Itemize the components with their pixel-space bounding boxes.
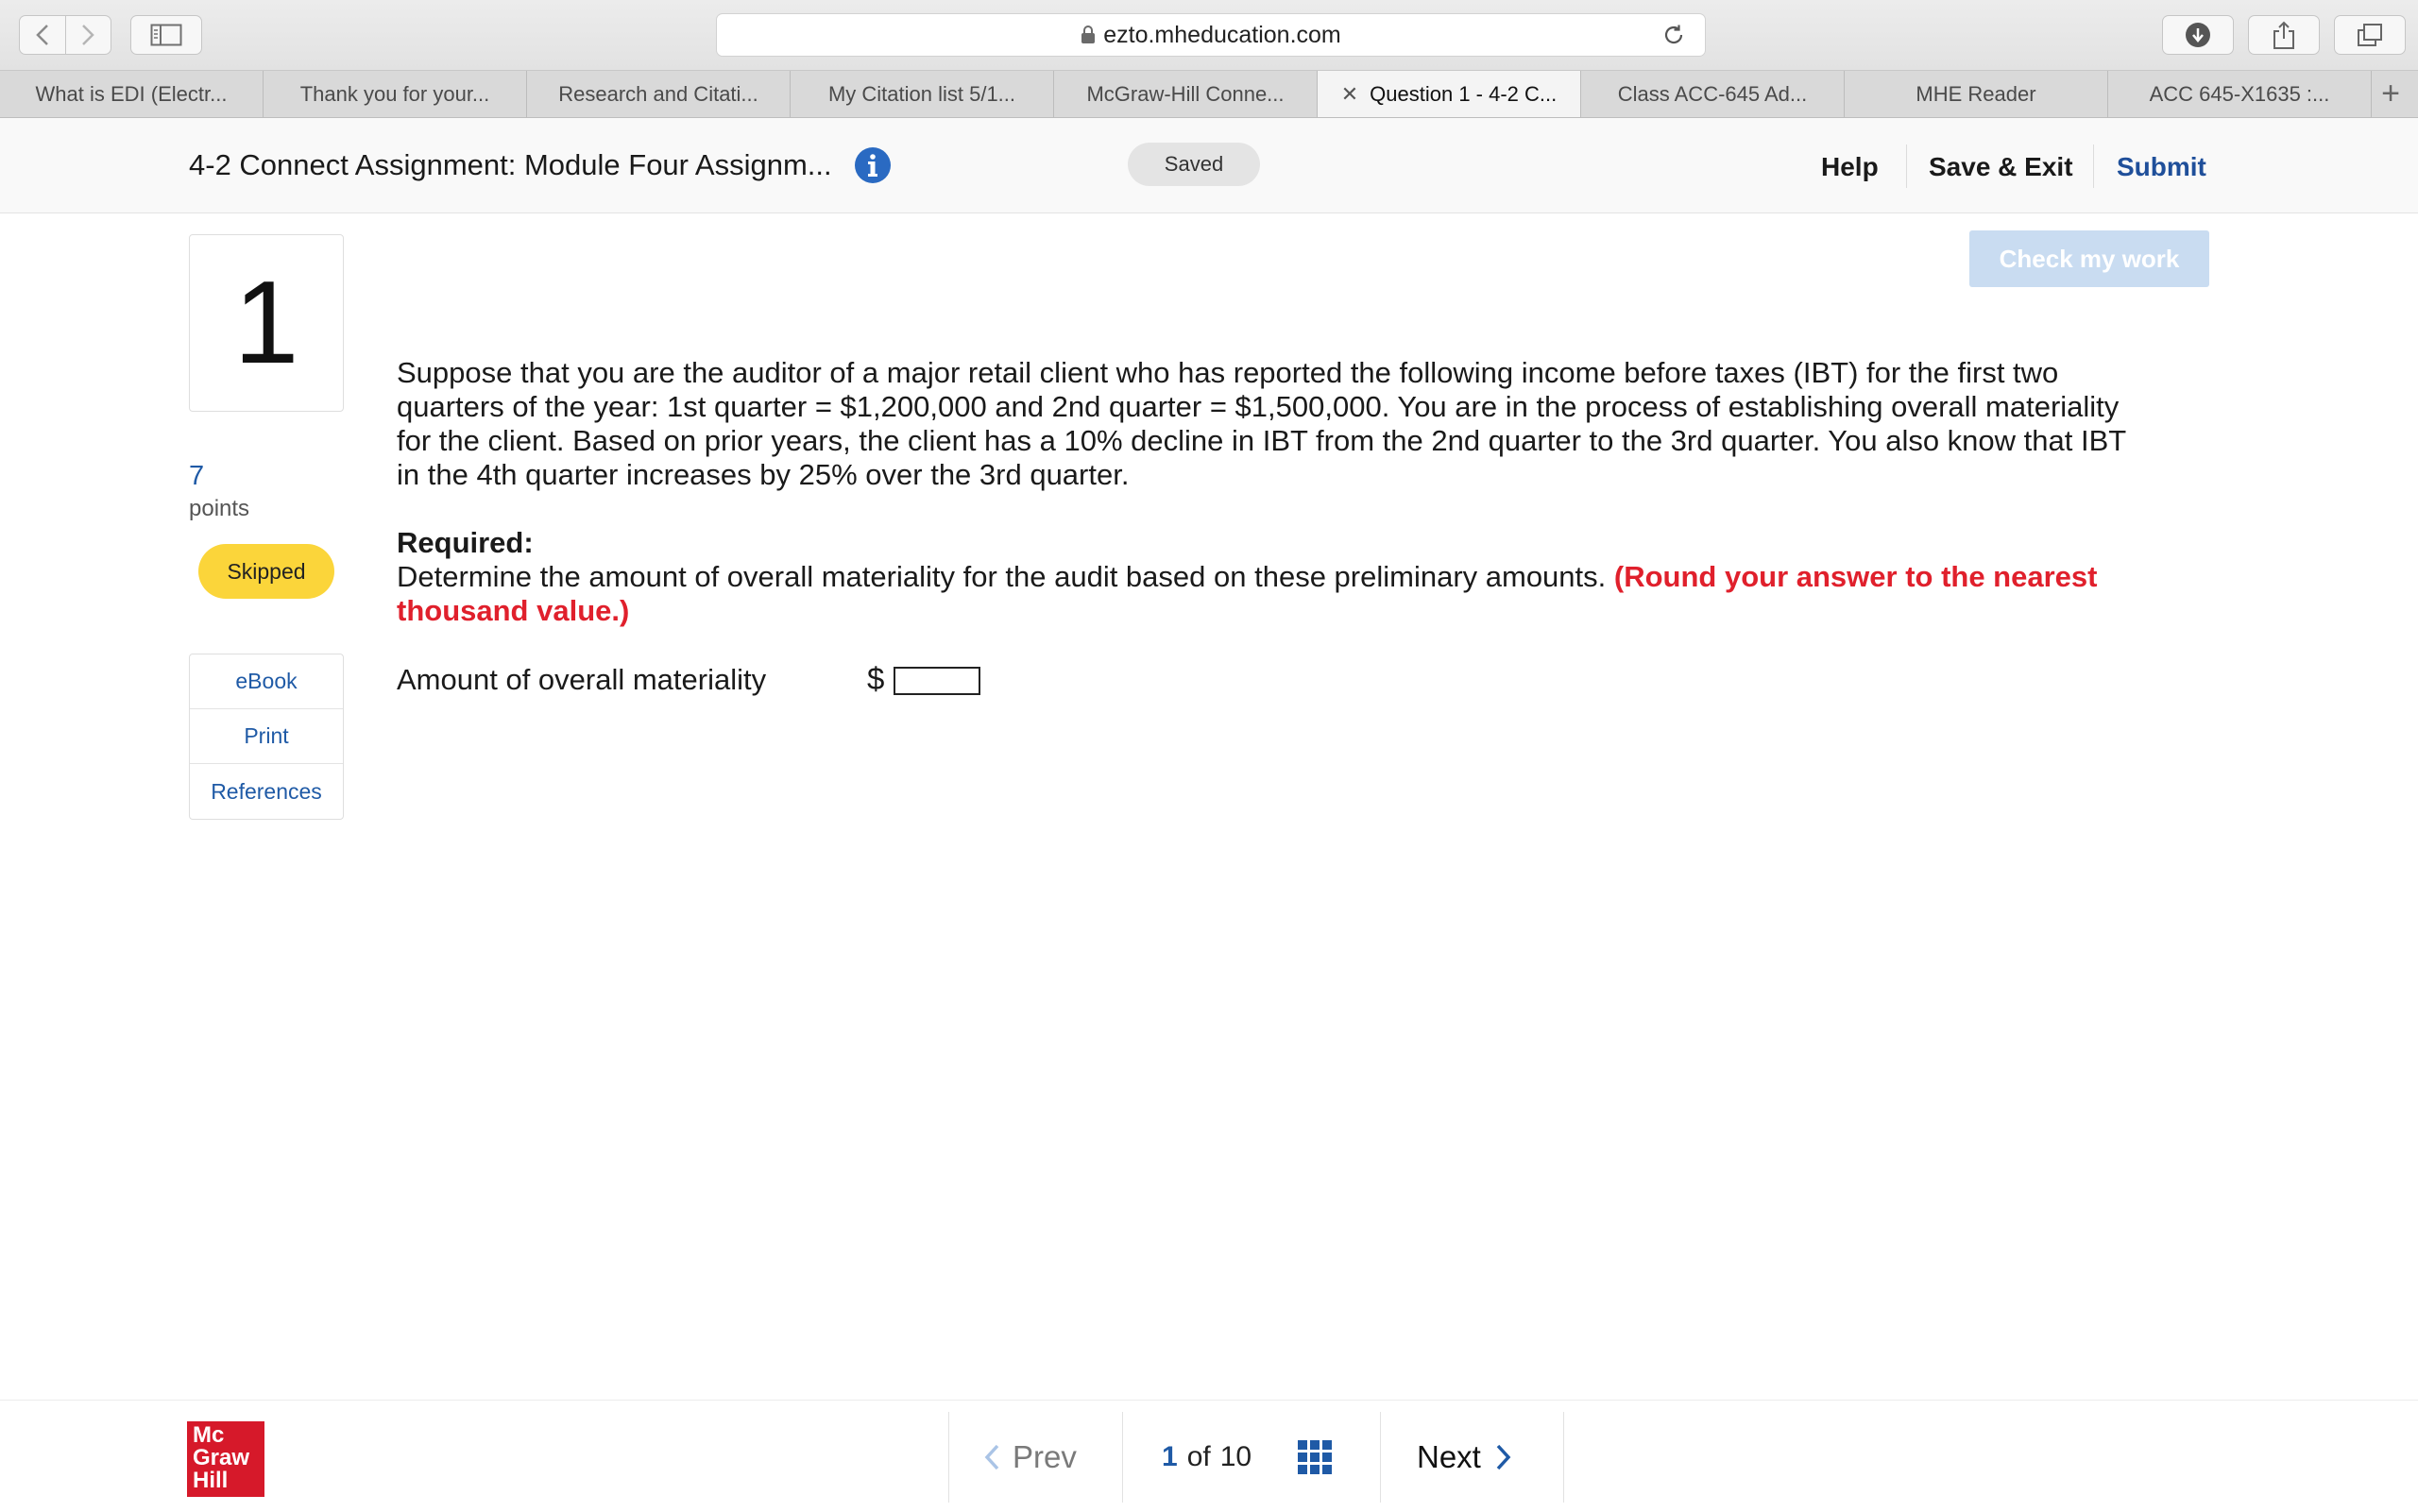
grid-icon	[1298, 1440, 1332, 1474]
download-icon	[2186, 23, 2210, 47]
browser-tab[interactable]: ACC 645-X1635 :...	[2108, 71, 2372, 117]
chevron-right-icon	[1496, 1444, 1511, 1470]
required-instructions: Determine the amount of overall material…	[397, 560, 2135, 628]
points-value: 7	[189, 461, 205, 491]
page-of: of	[1186, 1441, 1211, 1472]
save-status-badge: Saved	[1128, 143, 1260, 186]
tab-label: My Citation list 5/1...	[827, 81, 1016, 106]
chevron-right-icon	[82, 25, 95, 45]
tab-label: Research and Citati...	[558, 81, 758, 106]
total-pages: 10	[1219, 1441, 1252, 1472]
sidebar-icon	[150, 24, 182, 46]
chevron-left-icon	[35, 25, 48, 45]
header-divider	[1906, 144, 1907, 188]
browser-tab[interactable]: Class ACC-645 Ad...	[1581, 71, 1845, 117]
tab-label: Thank you for your...	[299, 81, 490, 106]
forward-button[interactable]	[66, 16, 111, 54]
save-exit-button[interactable]: Save & Exit	[1929, 152, 2073, 182]
browser-tab-active[interactable]: ✕ Question 1 - 4-2 C...	[1318, 71, 1581, 117]
check-my-work-button[interactable]: Check my work	[1969, 230, 2209, 287]
info-button[interactable]	[854, 146, 892, 189]
required-text: Determine the amount of overall material…	[397, 560, 1614, 593]
answer-label: Amount of overall materiality	[397, 663, 767, 696]
browser-tab[interactable]: MHE Reader	[1845, 71, 2108, 117]
required-label: Required:	[397, 526, 534, 559]
assignment-header: 4-2 Connect Assignment: Module Four Assi…	[0, 118, 2418, 213]
pager-divider	[948, 1412, 949, 1503]
logo-line: Graw	[193, 1445, 250, 1470]
page-indicator: 1 of 10	[1162, 1412, 1252, 1503]
browser-tab[interactable]: Thank you for your...	[264, 71, 527, 117]
tab-label: McGraw-Hill Conne...	[1086, 81, 1285, 106]
reload-button[interactable]	[1661, 23, 1686, 52]
pager-divider	[1563, 1412, 1564, 1503]
question-grid-button[interactable]	[1298, 1412, 1332, 1503]
reload-icon	[1664, 25, 1683, 44]
browser-tab[interactable]: Research and Citati...	[527, 71, 791, 117]
ebook-link[interactable]: eBook	[190, 654, 343, 709]
assignment-title: 4-2 Connect Assignment: Module Four Assi…	[189, 148, 832, 181]
question-number: 1	[189, 234, 344, 412]
info-icon	[855, 147, 891, 183]
logo-line: Mc	[193, 1422, 225, 1448]
nav-buttons	[19, 15, 111, 55]
pager-divider	[1122, 1412, 1123, 1503]
tabs-overview-icon	[2358, 24, 2382, 46]
points-label: points	[189, 496, 250, 521]
plus-icon: +	[2381, 76, 2400, 111]
tabs-overview-button[interactable]	[2334, 15, 2406, 55]
tab-label: ACC 645-X1635 :...	[2149, 81, 2330, 106]
browser-toolbar: ezto.mheducation.com	[0, 0, 2418, 71]
chevron-left-icon	[984, 1444, 999, 1470]
next-button[interactable]: Next	[1417, 1412, 1513, 1503]
submit-button[interactable]: Submit	[2117, 152, 2206, 182]
next-label: Next	[1417, 1439, 1481, 1474]
help-button[interactable]: Help	[1821, 152, 1879, 182]
tab-label: What is EDI (Electr...	[35, 81, 228, 106]
references-link[interactable]: References	[190, 764, 343, 819]
browser-tab[interactable]: What is EDI (Electr...	[0, 71, 264, 117]
url-text: ezto.mheducation.com	[1103, 21, 1341, 48]
question-prompt: Suppose that you are the auditor of a ma…	[397, 356, 2126, 491]
print-link[interactable]: Print	[190, 709, 343, 764]
prev-button[interactable]: Prev	[982, 1412, 1077, 1503]
close-tab-icon[interactable]: ✕	[1341, 82, 1358, 107]
back-button[interactable]	[20, 16, 66, 54]
question-status-badge: Skipped	[198, 544, 334, 599]
tab-label: Class ACC-645 Ad...	[1617, 81, 1808, 106]
materiality-answer-input[interactable]	[894, 667, 980, 695]
browser-tab[interactable]: My Citation list 5/1...	[791, 71, 1054, 117]
share-icon	[2273, 21, 2294, 49]
tab-bar: What is EDI (Electr... Thank you for you…	[0, 71, 2418, 118]
sidebar-toggle-button[interactable]	[130, 15, 202, 55]
new-tab-button[interactable]: +	[2372, 71, 2409, 117]
header-divider	[2093, 144, 2094, 188]
current-page: 1	[1162, 1441, 1178, 1472]
tab-label: MHE Reader	[1916, 81, 2036, 106]
footer-nav: Mc Graw Hill Prev 1 of 10 Next	[0, 1400, 2418, 1512]
share-button[interactable]	[2248, 15, 2320, 55]
downloads-button[interactable]	[2162, 15, 2234, 55]
tab-label: Question 1 - 4-2 C...	[1370, 81, 1558, 106]
logo-line: Hill	[193, 1468, 229, 1493]
currency-symbol: $	[867, 661, 885, 696]
lock-icon	[1081, 25, 1096, 43]
prev-label: Prev	[1013, 1439, 1077, 1474]
address-bar[interactable]: ezto.mheducation.com	[716, 13, 1706, 57]
mcgraw-hill-logo: Mc Graw Hill	[187, 1421, 264, 1497]
resources-panel: eBook Print References	[189, 654, 344, 820]
pager-divider	[1380, 1412, 1381, 1503]
browser-tab[interactable]: McGraw-Hill Conne...	[1054, 71, 1318, 117]
